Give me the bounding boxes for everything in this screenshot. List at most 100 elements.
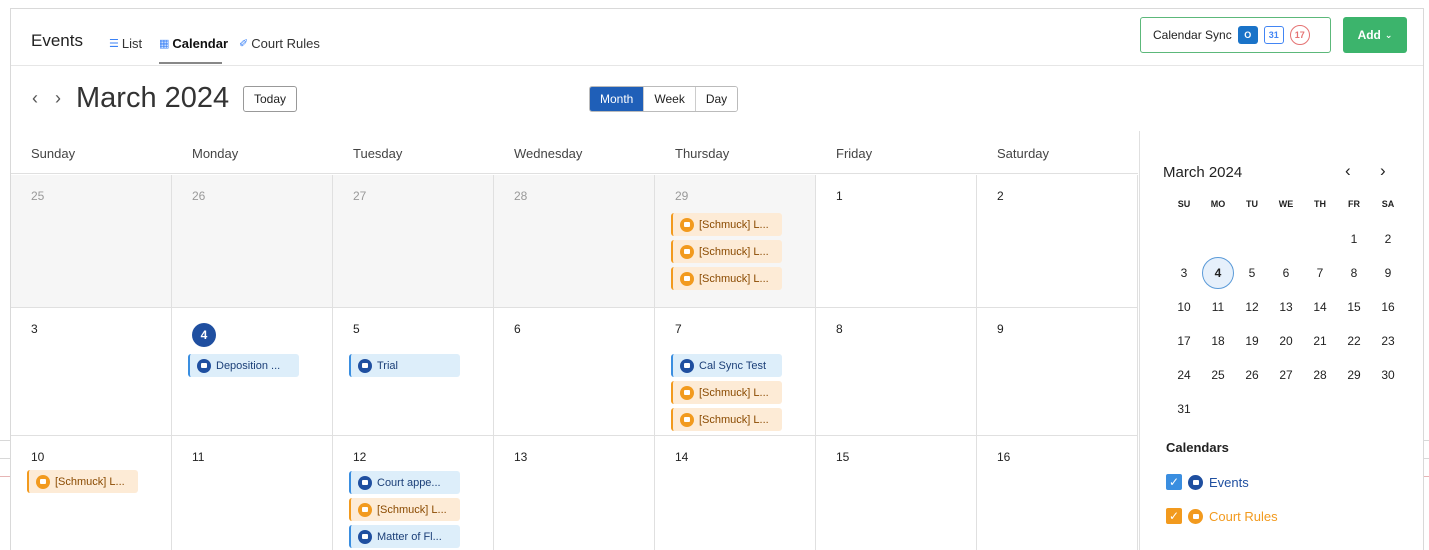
outlook-icon: O [1237,26,1258,44]
view-month-button[interactable]: Month [590,87,644,111]
calendar-event[interactable]: [Schmuck] L... [27,470,138,493]
day-cell[interactable]: 26 [172,175,333,307]
day-cell[interactable]: 13 [494,436,655,550]
mini-day[interactable]: 13 [1273,300,1299,314]
chevron-down-icon: ⌄ [1384,29,1393,40]
calendar-event[interactable]: Matter of Fl... [349,525,460,548]
calendar-event-label: [Schmuck] L... [699,413,769,426]
mini-day[interactable]: 12 [1239,300,1265,314]
mini-day[interactable]: 11 [1205,300,1231,314]
mini-day[interactable]: 18 [1205,334,1231,348]
weekday-header: Thursday [675,146,730,161]
mini-day[interactable]: 24 [1171,368,1197,382]
day-cell[interactable]: 4 Deposition ... [172,308,333,435]
day-number: 8 [836,322,843,336]
mini-day[interactable]: 27 [1273,368,1299,382]
mini-day[interactable]: 19 [1239,334,1265,348]
mini-day[interactable]: 8 [1341,266,1367,280]
mini-day[interactable]: 22 [1341,334,1367,348]
calendar-event-icon [358,475,372,490]
day-cell[interactable]: 14 [655,436,816,550]
court-rules-calendar-icon [1188,508,1203,524]
day-cell[interactable]: 1 [816,175,977,307]
day-cell[interactable]: 2 [977,175,1138,307]
day-number: 13 [514,450,528,464]
calendar-event[interactable]: [Schmuck] L... [349,498,460,521]
day-cell[interactable]: 10 [Schmuck] L... [11,436,172,550]
calendar-event-icon [358,529,372,544]
add-button[interactable]: Add ⌄ [1343,17,1407,53]
mini-day[interactable]: 4 [1205,266,1231,280]
mini-day[interactable]: 25 [1205,368,1231,382]
calendar-event[interactable]: Court appe... [349,471,460,494]
prev-month-button[interactable]: ‹ [32,88,38,109]
day-cell[interactable]: 25 [11,175,172,307]
day-cell[interactable]: 29 [Schmuck] L... [Schmuck] L... [Schmuck] … [655,175,816,307]
calendar-sync-button[interactable]: Calendar Sync O 31 17 [1140,17,1331,53]
calendar-event-icon [197,358,211,373]
mini-day[interactable]: 17 [1171,334,1197,348]
calendar-event[interactable]: [Schmuck] L... [671,408,782,431]
calendar-event-icon [680,244,694,259]
calendar-event[interactable]: Cal Sync Test [671,354,782,377]
view-day-button[interactable]: Day [694,87,738,111]
mini-day[interactable]: 3 [1171,266,1197,280]
view-week-button[interactable]: Week [643,87,695,111]
calendar-event-label: Matter of Fl... [377,530,442,543]
day-number: 12 [353,450,367,464]
calendar-event[interactable]: Trial [349,354,460,377]
day-number: 16 [997,450,1011,464]
day-cell[interactable]: 16 [977,436,1138,550]
calendar-event[interactable]: [Schmuck] L... [671,267,782,290]
day-cell[interactable]: 6 [494,308,655,435]
mini-day[interactable]: 9 [1375,266,1401,280]
tab-court-rules[interactable]: ✐ Court Rules [239,36,320,51]
mini-day[interactable]: 14 [1307,300,1333,314]
tab-list[interactable]: ☰ List [109,36,142,51]
day-cell[interactable]: 12 Court appe... [Schmuck] L... Matter of F… [333,436,494,550]
mini-prev-button[interactable]: ‹ [1345,161,1351,181]
mini-day[interactable]: 7 [1307,266,1333,280]
day-cell[interactable]: 8 [816,308,977,435]
calendar-filter-label: Court Rules [1209,508,1278,524]
mini-day[interactable]: 15 [1341,300,1367,314]
tab-calendar[interactable]: ▦ Calendar [159,36,228,51]
mini-day[interactable]: 10 [1171,300,1197,314]
calendar-event-icon [680,217,694,232]
day-cell[interactable]: 7 Cal Sync Test [Schmuck] L... [Schmuck] L.… [655,308,816,435]
day-cell[interactable]: 11 [172,436,333,550]
mini-day[interactable]: 20 [1273,334,1299,348]
mini-day[interactable]: 30 [1375,368,1401,382]
mini-next-button[interactable]: › [1380,161,1386,181]
day-cell[interactable]: 9 [977,308,1138,435]
calendar-event[interactable]: [Schmuck] L... [671,381,782,404]
checkbox-checked-icon[interactable]: ✓ [1166,474,1182,490]
today-day-number: 4 [192,323,216,347]
mini-day[interactable]: 2 [1375,232,1401,246]
mini-weekday: SA [1381,199,1395,209]
checkbox-checked-icon[interactable]: ✓ [1166,508,1182,524]
week-row: 10 [Schmuck] L... 11 12 Court appe... [Schmuc… [11,436,1138,550]
mini-day[interactable]: 31 [1171,402,1197,416]
mini-day[interactable]: 21 [1307,334,1333,348]
calendar-event[interactable]: [Schmuck] L... [671,240,782,263]
calendar-filter-events[interactable]: ✓ Events [1166,474,1249,490]
day-cell[interactable]: 3 [11,308,172,435]
day-cell[interactable]: 15 [816,436,977,550]
today-button[interactable]: Today [243,86,297,112]
day-cell[interactable]: 5 Trial [333,308,494,435]
day-cell[interactable]: 27 [333,175,494,307]
mini-day[interactable]: 28 [1307,368,1333,382]
calendar-event[interactable]: [Schmuck] L... [671,213,782,236]
mini-day[interactable]: 29 [1341,368,1367,382]
mini-day[interactable]: 23 [1375,334,1401,348]
calendar-filter-court-rules[interactable]: ✓ Court Rules [1166,508,1278,524]
mini-day[interactable]: 1 [1341,232,1367,246]
mini-day[interactable]: 16 [1375,300,1401,314]
calendar-event[interactable]: Deposition ... [188,354,299,377]
mini-day[interactable]: 6 [1273,266,1299,280]
next-month-button[interactable]: › [55,88,61,109]
mini-day[interactable]: 5 [1239,266,1265,280]
mini-day[interactable]: 26 [1239,368,1265,382]
day-cell[interactable]: 28 [494,175,655,307]
